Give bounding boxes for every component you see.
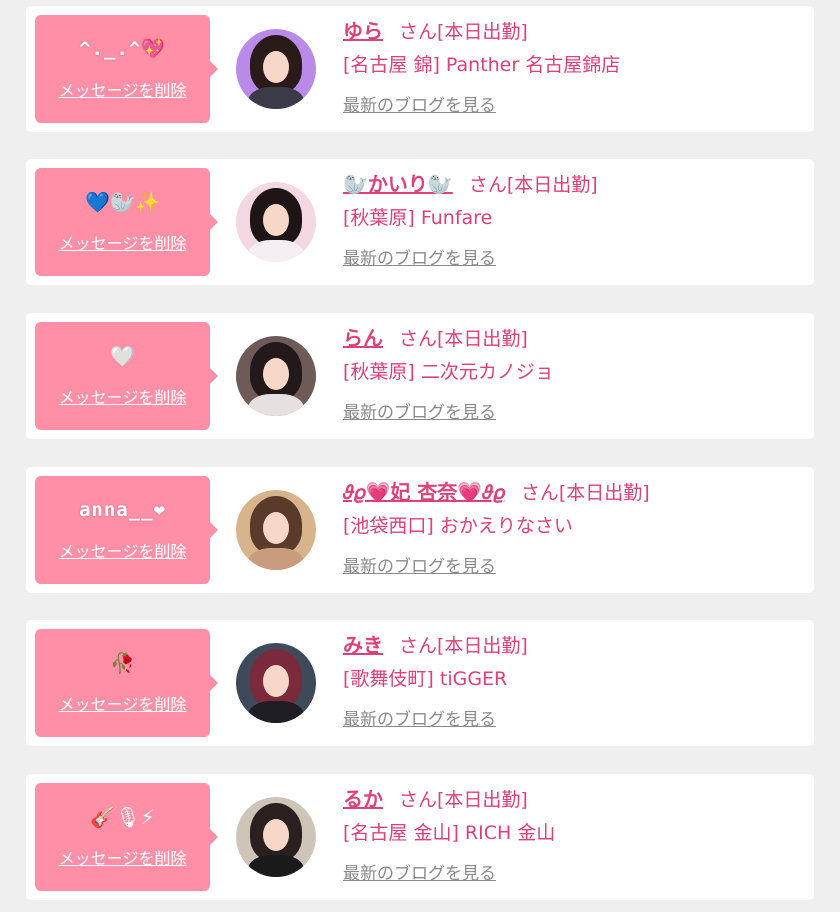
message-card: ^._.^💖 メッセージを削除 ゆら さん[本日出勤] [名古屋 錦] Panth…: [26, 6, 814, 132]
message-text: 🎸🎙⚡: [90, 805, 155, 829]
cast-name-link[interactable]: らん: [343, 326, 383, 350]
message-bubble: anna__❤ メッセージを削除: [35, 476, 218, 584]
san-label: さん: [520, 482, 559, 504]
message-bubble: 🤍 メッセージを削除: [35, 322, 218, 430]
avatar-face: [263, 51, 289, 83]
avatar[interactable]: [236, 182, 316, 262]
avatar-body: [248, 394, 304, 416]
message-text: ^._.^💖: [79, 38, 166, 60]
message-card: 💙🦭✨ メッセージを削除 🦭かいり🦭 さん[本日出勤] [秋葉原] Funfare…: [26, 159, 814, 285]
avatar-face: [263, 358, 289, 390]
latest-blog-link[interactable]: 最新のブログを見る: [343, 552, 496, 577]
san-label: さん: [399, 21, 438, 43]
avatar[interactable]: [236, 29, 316, 109]
cast-name-link[interactable]: 𝜗𝜚💗妃 杏奈💗𝜗𝜚: [343, 480, 505, 504]
delete-message-link[interactable]: メッセージを削除: [35, 845, 210, 869]
message-bubble: 💙🦭✨ メッセージを削除: [35, 168, 218, 276]
name-line: 𝜗𝜚💗妃 杏奈💗𝜗𝜚 さん[本日出勤]: [343, 477, 804, 507]
cast-info: 🦭かいり🦭 さん[本日出勤] [秋葉原] Funfare 最新のブログを見る: [343, 169, 804, 269]
cast-info: るか さん[本日出勤] [名古屋 金山] RICH 金山 最新のブログを見る: [343, 784, 804, 884]
status-label: [本日出勤]: [437, 328, 528, 350]
latest-blog-link[interactable]: 最新のブログを見る: [343, 859, 496, 884]
shop-label: [歌舞伎町] tiGGER: [343, 668, 508, 690]
avatar-face: [263, 819, 289, 851]
san-label: さん: [399, 635, 438, 657]
delete-message-link[interactable]: メッセージを削除: [35, 77, 210, 101]
delete-message-link[interactable]: メッセージを削除: [35, 691, 210, 715]
latest-blog-link[interactable]: 最新のブログを見る: [343, 91, 496, 116]
name-line: みき さん[本日出勤]: [343, 630, 804, 660]
avatar-body: [248, 240, 304, 262]
shop-label: [秋葉原] Funfare: [343, 207, 493, 229]
delete-message-link[interactable]: メッセージを削除: [35, 384, 210, 408]
name-line: ゆら さん[本日出勤]: [343, 16, 804, 46]
status-label: [本日出勤]: [558, 482, 650, 504]
avatar-face: [263, 204, 289, 236]
delete-message-link[interactable]: メッセージを削除: [35, 230, 210, 254]
message-card: 🤍 メッセージを削除 らん さん[本日出勤] [秋葉原] 二次元カノジョ 最新のブ…: [26, 313, 814, 439]
name-line: るか さん[本日出勤]: [343, 784, 804, 814]
shop-label: [池袋西口] おかえりなさい: [343, 515, 573, 537]
message-card: 🥀 メッセージを削除 みき さん[本日出勤] [歌舞伎町] tiGGER 最新のブ…: [26, 620, 814, 746]
latest-blog-link[interactable]: 最新のブログを見る: [343, 244, 496, 269]
cast-info: 𝜗𝜚💗妃 杏奈💗𝜗𝜚 さん[本日出勤] [池袋西口] おかえりなさい 最新のブログ…: [343, 477, 804, 577]
avatar-face: [263, 665, 289, 697]
san-label: さん: [468, 174, 507, 196]
message-text: 💙🦭✨: [85, 190, 160, 214]
avatar[interactable]: [236, 797, 316, 877]
cast-name-link[interactable]: みき: [343, 633, 383, 657]
message-bubble: 🥀 メッセージを削除: [35, 629, 218, 737]
cast-info: ゆら さん[本日出勤] [名古屋 錦] Panther 名古屋錦店 最新のブログを…: [343, 16, 804, 116]
delete-message-link[interactable]: メッセージを削除: [35, 538, 210, 562]
status-label: [本日出勤]: [506, 174, 598, 196]
avatar[interactable]: [236, 490, 316, 570]
avatar-face: [263, 512, 289, 544]
latest-blog-link[interactable]: 最新のブログを見る: [343, 705, 496, 730]
shop-label: [名古屋 金山] RICH 金山: [343, 822, 556, 844]
shop-label: [名古屋 錦] Panther 名古屋錦店: [343, 54, 621, 76]
avatar-body: [248, 548, 304, 570]
message-text: anna__❤: [78, 499, 167, 521]
san-label: さん: [399, 328, 438, 350]
message-text: 🤍: [110, 344, 135, 368]
shop-label: [秋葉原] 二次元カノジョ: [343, 361, 554, 383]
status-label: [本日出勤]: [437, 789, 528, 811]
avatar-body: [248, 855, 304, 877]
avatar[interactable]: [236, 336, 316, 416]
message-bubble: ^._.^💖 メッセージを削除: [35, 15, 218, 123]
latest-blog-link[interactable]: 最新のブログを見る: [343, 398, 496, 423]
message-text: 🥀: [110, 651, 135, 675]
avatar-body: [248, 701, 304, 723]
cast-info: らん さん[本日出勤] [秋葉原] 二次元カノジョ 最新のブログを見る: [343, 323, 804, 423]
name-line: らん さん[本日出勤]: [343, 323, 804, 353]
name-line: 🦭かいり🦭 さん[本日出勤]: [343, 169, 804, 199]
message-card: 🎸🎙⚡ メッセージを削除 るか さん[本日出勤] [名古屋 金山] RICH 金山…: [26, 774, 814, 900]
cast-name-link[interactable]: 🦭かいり🦭: [343, 172, 453, 196]
cast-name-link[interactable]: るか: [343, 787, 383, 811]
cast-name-link[interactable]: ゆら: [343, 19, 383, 43]
status-label: [本日出勤]: [437, 635, 528, 657]
cast-info: みき さん[本日出勤] [歌舞伎町] tiGGER 最新のブログを見る: [343, 630, 804, 730]
message-card: anna__❤ メッセージを削除 𝜗𝜚💗妃 杏奈💗𝜗𝜚 さん[本日出勤] [池袋西…: [26, 467, 814, 593]
avatar[interactable]: [236, 643, 316, 723]
message-bubble: 🎸🎙⚡ メッセージを削除: [35, 783, 218, 891]
status-label: [本日出勤]: [437, 21, 528, 43]
avatar-body: [248, 87, 304, 109]
san-label: さん: [399, 789, 438, 811]
